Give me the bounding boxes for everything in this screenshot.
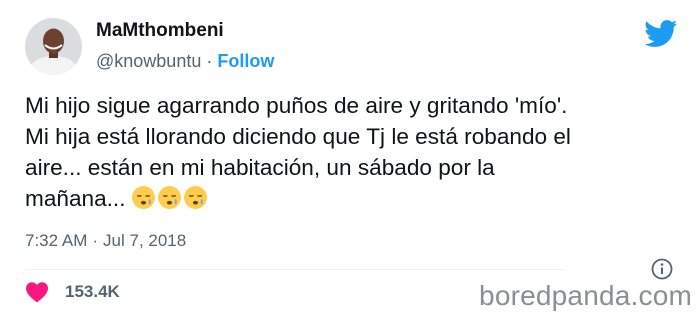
user-handle[interactable]: @knowbuntu <box>96 51 201 71</box>
tweet-line-last: mañana... <box>25 183 680 218</box>
avatar[interactable] <box>25 18 82 75</box>
tweet-text: Mi hijo sigue agarrando puños de aire y … <box>25 90 680 218</box>
timestamp-row[interactable]: 7:32 AM · Jul 7, 2018 <box>25 231 186 251</box>
separator-dot: · <box>206 51 213 71</box>
separator-dot: · <box>92 231 99 250</box>
twitter-bird-icon[interactable] <box>644 20 678 48</box>
follow-button[interactable]: Follow <box>217 51 274 71</box>
tweet-line-text: mañana... <box>25 186 126 211</box>
sleepy-face-icon <box>131 185 156 210</box>
watermark-text: boredpanda.com <box>479 280 692 311</box>
like-row[interactable]: 153.4K <box>25 279 120 305</box>
sleepy-face-icon <box>183 185 208 210</box>
heart-icon[interactable] <box>25 281 49 303</box>
emoji-group <box>131 185 209 218</box>
tweet-time: 7:32 AM <box>25 231 88 250</box>
tweet-card: MaMthombeni @knowbuntu · Follow Mi hijo si… <box>0 0 700 319</box>
sleepy-face-icon <box>157 185 182 210</box>
tweet-line: Mi hija está llorando diciendo que Tj le… <box>25 124 571 149</box>
user-name[interactable]: MaMthombeni <box>96 20 224 42</box>
handle-row: @knowbuntu · Follow <box>96 51 274 72</box>
info-circle-icon[interactable] <box>651 258 673 280</box>
tweet-date: Jul 7, 2018 <box>103 231 187 250</box>
divider <box>25 269 565 270</box>
like-count: 153.4K <box>65 282 120 301</box>
tweet-line: aire... están en mi habitación, un sábad… <box>25 155 495 180</box>
tweet-line: Mi hijo sigue agarrando puños de aire y … <box>25 93 568 118</box>
